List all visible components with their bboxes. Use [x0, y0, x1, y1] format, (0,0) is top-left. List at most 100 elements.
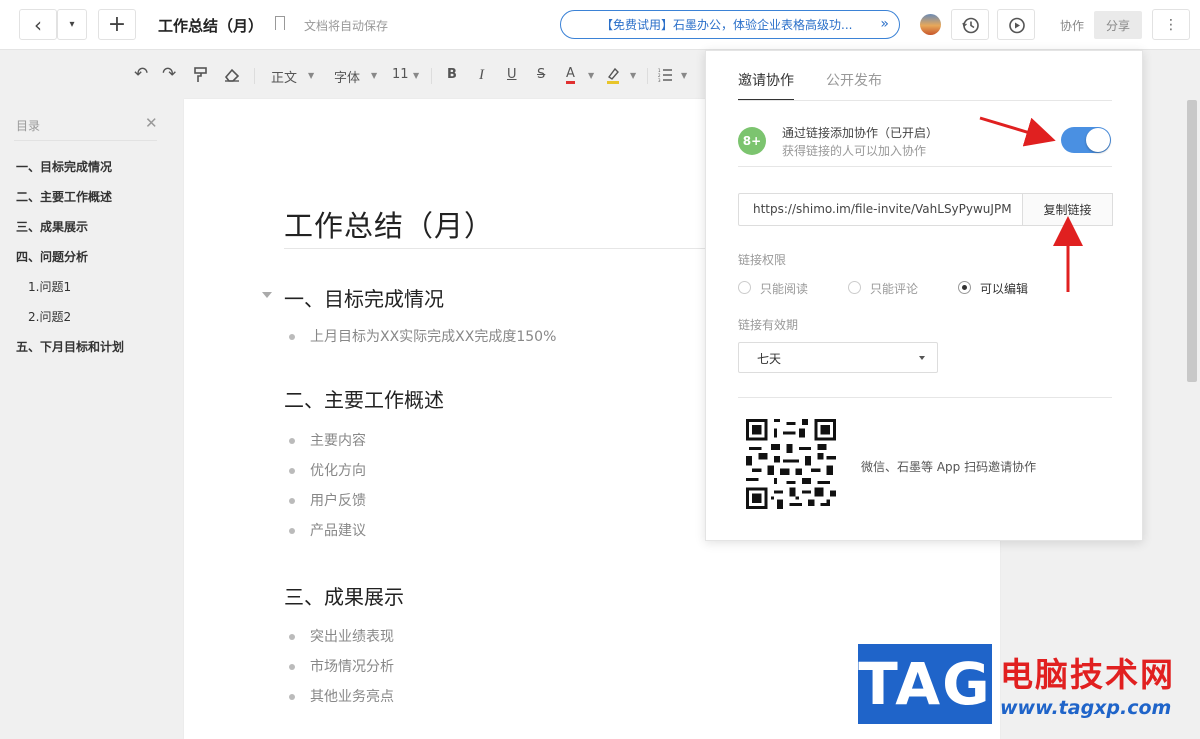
list-item[interactable]: 突出业绩表现: [289, 626, 394, 646]
undo-icon[interactable]: ↶: [134, 64, 148, 84]
svg-text:3: 3: [658, 78, 661, 82]
scrollbar-thumb[interactable]: [1187, 100, 1197, 382]
add-user-icon: 8+: [738, 127, 766, 155]
toc-sidebar: 目录 ✕ 一、目标完成情况 二、主要工作概述 三、成果展示 四、问题分析 1.问…: [0, 100, 170, 724]
qr-code-image: [746, 419, 836, 509]
toolbar-divider: [431, 68, 432, 84]
more-menu-button[interactable]: ⋮: [1152, 9, 1190, 40]
watermark-site-name: 电脑技术网: [1000, 655, 1175, 694]
tab-invite-collab[interactable]: 邀请协作: [738, 70, 794, 90]
highlight-icon[interactable]: [606, 66, 620, 84]
tab-public-publish[interactable]: 公开发布: [826, 70, 882, 90]
section-heading[interactable]: 二、主要工作概述: [284, 384, 444, 413]
history-clock-icon: [962, 17, 979, 34]
share-panel: 邀请协作 公开发布 8+ 通过链接添加协作（已开启） 获得链接的人可以加入协作 …: [705, 50, 1143, 541]
share-button[interactable]: 分享: [1094, 11, 1142, 39]
back-button[interactable]: ‹: [19, 9, 57, 40]
expiry-label: 链接有效期: [738, 318, 799, 332]
toc-item[interactable]: 二、主要工作概述: [16, 188, 112, 205]
chevron-down-icon: ▼: [371, 71, 378, 80]
redo-icon[interactable]: ↷: [162, 64, 176, 84]
toc-item[interactable]: 三、成果展示: [16, 218, 88, 235]
chevron-down-icon: [919, 356, 925, 360]
link-invite-toggle[interactable]: [1061, 127, 1111, 153]
bold-button[interactable]: B: [447, 67, 457, 82]
chevron-down-icon: ▼: [308, 71, 315, 80]
text-color-button[interactable]: A: [566, 67, 575, 84]
ordered-list-icon[interactable]: 123: [658, 68, 672, 82]
list-item[interactable]: 用户反馈: [289, 490, 366, 510]
toc-item[interactable]: 四、问题分析: [16, 248, 88, 265]
section-heading[interactable]: 三、成果展示: [284, 581, 404, 610]
toc-item[interactable]: 五、下月目标和计划: [16, 338, 124, 355]
divider: [738, 397, 1112, 398]
collapse-caret-icon[interactable]: [262, 292, 272, 298]
toc-item[interactable]: 1.问题1: [28, 278, 71, 295]
bookmark-icon[interactable]: [275, 16, 285, 30]
link-invite-title: 通过链接添加协作（已开启）: [782, 126, 939, 140]
watermark-url: www.tagxp.com: [1000, 697, 1172, 719]
doc-title[interactable]: 工作总结（月）: [158, 15, 263, 36]
toc-item[interactable]: 一、目标完成情况: [16, 158, 112, 175]
autosave-status: 文档将自动保存: [304, 19, 389, 33]
permission-label: 链接权限: [738, 253, 787, 267]
chevron-down-icon: ▾: [69, 19, 75, 30]
list-item[interactable]: 优化方向: [289, 460, 366, 480]
invite-link-field[interactable]: https://shimo.im/file-invite/VahLSyPywuJ…: [738, 193, 1113, 226]
copy-link-button[interactable]: 复制链接: [1022, 193, 1113, 226]
plus-icon: +: [107, 11, 127, 37]
promo-text: 【免费试用】石墨办公，体验企业表格高级功...: [601, 18, 853, 32]
chevron-down-icon: ▼: [630, 71, 637, 80]
radio-comment-only[interactable]: [848, 281, 861, 294]
promo-banner[interactable]: 【免费试用】石墨办公，体验企业表格高级功... »: [560, 10, 900, 39]
present-button[interactable]: [997, 9, 1035, 40]
divider: [14, 140, 157, 141]
paragraph-style-select[interactable]: 正文: [271, 67, 297, 86]
toggle-knob: [1086, 128, 1110, 152]
toolbar-divider: [647, 68, 648, 84]
radio-read-only[interactable]: [738, 281, 751, 294]
history-dropdown-button[interactable]: ▾: [57, 9, 87, 40]
radio-label[interactable]: 可以编辑: [980, 280, 1028, 297]
top-bar: ‹ ▾ + 工作总结（月） 文档将自动保存 【免费试用】石墨办公，体验企业表格高…: [0, 0, 1200, 50]
toc-title: 目录: [16, 119, 41, 133]
font-select[interactable]: 字体: [334, 67, 360, 86]
list-item[interactable]: 产品建议: [289, 520, 366, 540]
list-item[interactable]: 上月目标为XX实际完成XX完成度150%: [288, 326, 556, 346]
chevron-left-icon: ‹: [34, 12, 42, 37]
clear-format-icon[interactable]: [224, 68, 240, 82]
list-item[interactable]: 市场情况分析: [289, 656, 394, 676]
radio-label[interactable]: 只能阅读: [760, 280, 808, 297]
new-doc-button[interactable]: +: [98, 9, 136, 40]
toc-item[interactable]: 2.问题2: [28, 308, 71, 325]
page-title[interactable]: 工作总结（月）: [284, 203, 494, 245]
strikethrough-button[interactable]: S: [537, 67, 545, 82]
history-button[interactable]: [951, 9, 989, 40]
collaborate-button[interactable]: 协作: [1050, 11, 1094, 39]
chevron-down-icon: ▼: [681, 71, 688, 80]
section-heading[interactable]: 一、目标完成情况: [284, 283, 444, 312]
radio-label[interactable]: 只能评论: [870, 280, 918, 297]
list-item[interactable]: 其他业务亮点: [289, 686, 394, 706]
toolbar-divider: [254, 68, 255, 84]
italic-button[interactable]: I: [479, 67, 484, 84]
list-item[interactable]: 主要内容: [289, 430, 366, 450]
underline-button[interactable]: U: [507, 67, 517, 82]
close-icon[interactable]: ✕: [145, 114, 158, 132]
format-painter-icon[interactable]: [194, 67, 208, 83]
link-invite-subtitle: 获得链接的人可以加入协作: [782, 144, 927, 158]
qr-caption: 微信、石墨等 App 扫码邀请协作: [861, 460, 1037, 474]
divider: [738, 166, 1112, 167]
watermark-logo: TAG: [858, 644, 992, 724]
divider: [738, 100, 1112, 101]
chevron-down-icon: ▼: [413, 71, 420, 80]
radio-can-edit[interactable]: [958, 281, 971, 294]
double-chevron-right-icon: »: [880, 16, 889, 32]
expiry-value: 七天: [757, 352, 782, 366]
invite-url[interactable]: https://shimo.im/file-invite/VahLSyPywuJ…: [753, 202, 1012, 216]
expiry-select[interactable]: 七天: [738, 342, 938, 373]
chevron-down-icon: ▼: [588, 71, 595, 80]
avatar[interactable]: [920, 14, 941, 35]
play-icon: [1009, 17, 1025, 34]
font-size-select[interactable]: 11: [392, 67, 409, 82]
